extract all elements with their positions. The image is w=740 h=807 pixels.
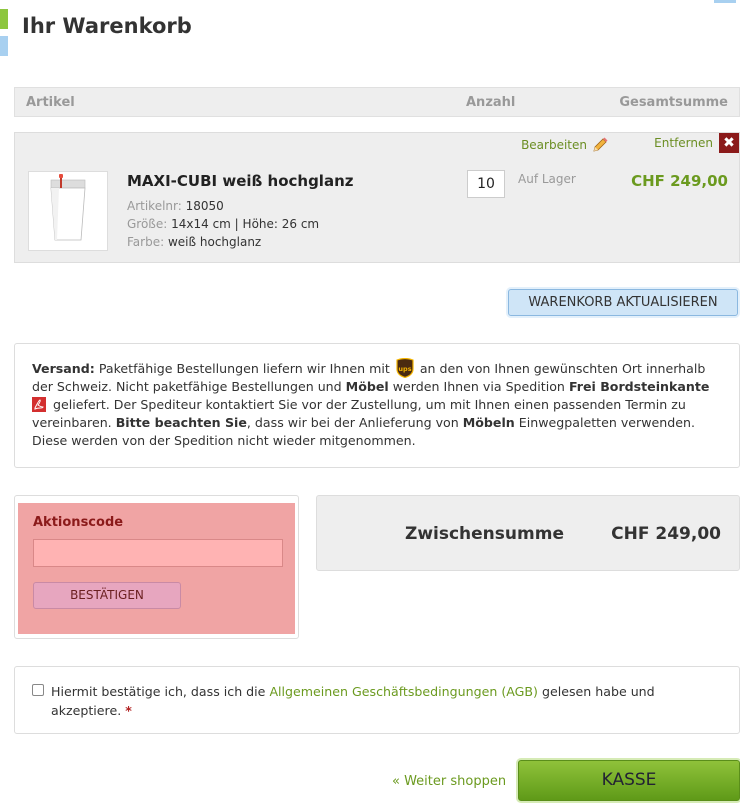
subtotal-value: CHF 249,00 — [611, 524, 721, 544]
color-label: Farbe: — [127, 235, 165, 249]
terms-text: Hiermit bestätige ich, dass ich die Allg… — [51, 682, 711, 720]
subtotal-label: Zwischensumme — [405, 524, 564, 544]
checkout-button[interactable]: KASSE — [518, 760, 740, 801]
product-name[interactable]: MAXI-CUBI weiß hochglanz — [127, 172, 353, 190]
accent-bar-blue — [0, 36, 8, 56]
stock-status: Auf Lager — [518, 172, 576, 186]
size-value: 14x14 cm | Höhe: 26 cm — [171, 217, 320, 231]
size-label: Größe: — [127, 217, 168, 231]
shipping-text: Paketfähige Bestellungen liefern wir Ihn… — [98, 361, 390, 376]
header-article: Artikel — [26, 95, 75, 110]
confirm-promo-button[interactable]: BESTÄTIGEN — [33, 582, 181, 609]
terms-link[interactable]: Allgemeinen Geschäftsbedingungen (AGB) — [269, 684, 538, 699]
shipping-bold: Bitte beachten Sie — [115, 415, 247, 430]
required-marker: * — [125, 703, 132, 718]
product-color: Farbe: weiß hochglanz — [127, 235, 261, 249]
terms-text-part: Hiermit bestätige ich, dass ich die — [51, 684, 266, 699]
accent-bar-green — [0, 9, 8, 29]
cart-item-row: Bearbeiten Entfernen ✖ MAXI-CUBI weiß ho… — [14, 132, 740, 263]
color-value: weiß hochglanz — [167, 235, 262, 249]
page-title: Ihr Warenkorb — [22, 14, 192, 38]
continue-shopping-link[interactable]: « Weiter shoppen — [392, 774, 506, 789]
edit-item-link[interactable]: Bearbeiten — [521, 136, 609, 154]
remove-icon[interactable]: ✖ — [719, 133, 739, 153]
pdf-icon[interactable] — [32, 397, 46, 412]
product-image[interactable] — [28, 171, 108, 251]
terms-section: Hiermit bestätige ich, dass ich die Allg… — [14, 666, 740, 734]
product-article-no: Artikelnr: 18050 — [127, 199, 224, 213]
accent-bar-top — [714, 0, 736, 3]
header-quantity: Anzahl — [466, 95, 516, 110]
shipping-label: Versand: — [32, 361, 95, 376]
terms-checkbox[interactable] — [32, 684, 44, 696]
cart-table-header: Artikel Anzahl Gesamtsumme — [14, 87, 740, 117]
quantity-input[interactable] — [467, 170, 505, 198]
ups-logo-icon: ups — [396, 357, 414, 379]
ups-logo-text: ups — [398, 365, 411, 373]
line-total: CHF 249,00 — [631, 172, 728, 190]
shipping-text: , dass wir bei der Anlieferung von — [246, 415, 459, 430]
promo-code-section: Aktionscode BESTÄTIGEN — [14, 495, 299, 639]
article-no-label: Artikelnr: — [127, 199, 182, 213]
promo-code-label: Aktionscode — [33, 515, 124, 530]
shipping-bold: Möbel — [345, 379, 389, 394]
shipping-info: Versand: Paketfähige Bestellungen liefer… — [14, 343, 740, 468]
pencil-icon — [591, 136, 609, 154]
shipping-bold: Frei Bordsteinkante — [568, 379, 710, 394]
shipping-bold: Möbeln — [462, 415, 515, 430]
promo-code-input[interactable] — [33, 539, 283, 567]
shipping-text: werden Ihnen via Spedition — [392, 379, 565, 394]
remove-item-link[interactable]: Entfernen — [654, 136, 713, 150]
header-total: Gesamtsumme — [619, 95, 728, 110]
subtotal-box: Zwischensumme CHF 249,00 — [316, 495, 740, 571]
promo-code-box: Aktionscode BESTÄTIGEN — [18, 503, 295, 634]
update-cart-button[interactable]: WARENKORB AKTUALISIEREN — [508, 289, 738, 316]
edit-label: Bearbeiten — [521, 138, 587, 152]
article-no-value: 18050 — [185, 199, 224, 213]
product-size: Größe: 14x14 cm | Höhe: 26 cm — [127, 217, 319, 231]
